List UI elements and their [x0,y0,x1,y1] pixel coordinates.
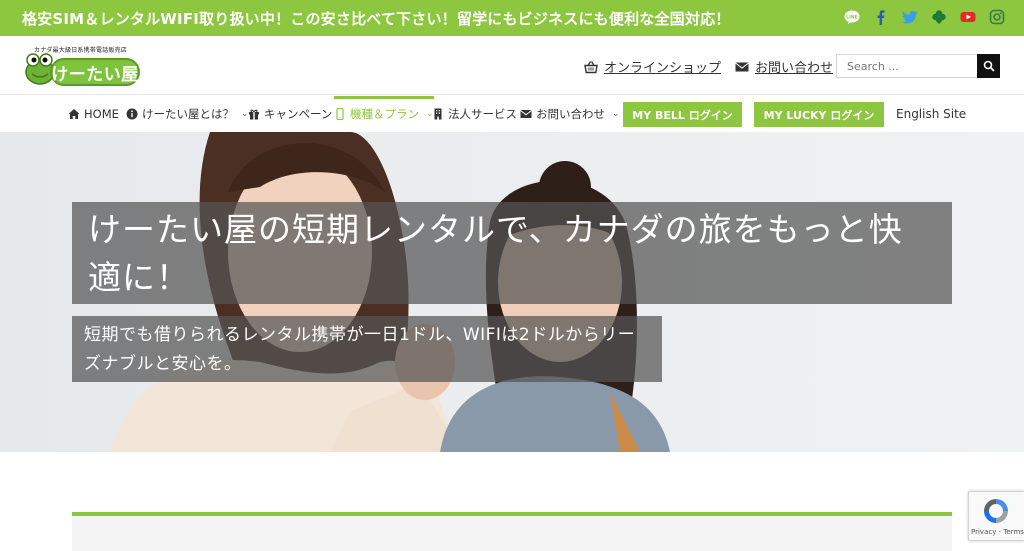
site-logo[interactable]: カナダ最大級日系携帯電話販売店 けーたい屋 [24,44,142,88]
gift-icon [249,109,259,120]
nav-item-campaign[interactable]: キャンペーン [248,96,332,132]
envelope-icon [520,110,532,118]
hero-title: けーたい屋の短期レンタルで、カナダの旅をもっと快適に！ [72,202,952,304]
contact-link[interactable]: お問い合わせ [735,57,833,76]
facebook-icon[interactable] [872,8,890,26]
nav-item-business[interactable]: 法人サービス [432,96,517,132]
nav-item-devices-plans[interactable]: 機種＆プラン ⌄ [334,96,434,132]
my-lucky-login-button[interactable]: MY LUCKY ログイン [754,102,884,127]
recaptcha-badge[interactable]: Privacy - Terms [968,491,1024,541]
twitter-icon[interactable] [901,8,919,26]
hero-banner: けーたい屋の短期レンタルで、カナダの旅をもっと快適に！ 短期でも借りられるレンタ… [0,132,1024,452]
top-announcement-bar: 格安SIM＆レンタルWIFI取り扱い中！この安さ比べて下さい！留学にもビジネスに… [0,0,1024,36]
envelope-icon [735,62,749,71]
recaptcha-icon [984,499,1008,523]
mobile-phone-icon [336,108,344,120]
online-shop-link[interactable]: オンラインショップ [584,57,721,76]
building-icon [434,108,442,120]
nav-item-contact[interactable]: お問い合わせ ⌄ [520,96,620,132]
home-icon [68,109,80,119]
nav-item-about[interactable]: けーたい屋とは？ ⌄ [126,96,249,132]
social-links: LINE [843,8,1006,26]
search-form [836,54,1000,78]
my-bell-login-button[interactable]: MY BELL ログイン [623,102,742,127]
search-input[interactable] [836,54,977,78]
line-icon[interactable]: LINE [843,8,861,26]
nav-label: お問い合わせ [536,107,605,121]
clover-icon[interactable] [930,8,948,26]
nav-item-home[interactable]: HOME [68,96,119,132]
english-site-link[interactable]: English Site [896,96,966,132]
online-shop-label: オンラインショップ [604,61,722,76]
content-section [72,512,952,551]
recaptcha-links[interactable]: Privacy - Terms [971,528,1024,536]
chevron-down-icon: ⌄ [612,109,620,119]
nav-label: キャンペーン [264,107,333,121]
contact-label: お問い合わせ [755,61,834,76]
header-links: オンラインショップ お問い合わせ [584,57,833,76]
nav-label: HOME [84,107,119,121]
site-header: カナダ最大級日系携帯電話販売店 けーたい屋 オンラインショップ お問い合わせ [0,36,1024,95]
main-navigation: HOME けーたい屋とは？ ⌄ キャンペーン 機種＆プラン ⌄ 法人サービス お… [0,96,1024,132]
logo-wordmark: けーたい屋 [50,58,140,86]
info-icon [126,108,138,120]
search-button[interactable] [977,54,1000,78]
instagram-icon[interactable] [988,8,1006,26]
nav-label: 機種＆プラン [350,107,419,121]
basket-icon [584,60,598,73]
english-site-label: English Site [896,107,967,121]
search-icon [983,60,995,72]
youtube-icon[interactable] [959,8,977,26]
svg-text:LINE: LINE [846,15,857,21]
hero-subtitle: 短期でも借りられるレンタル携帯が一日1ドル、WIFIは2ドルからリーズナブルと安… [72,316,662,382]
announcement-text: 格安SIM＆レンタルWIFI取り扱い中！この安さ比べて下さい！留学にもビジネスに… [22,10,731,28]
nav-label: けーたい屋とは？ [142,107,234,121]
nav-label: 法人サービス [448,107,517,121]
